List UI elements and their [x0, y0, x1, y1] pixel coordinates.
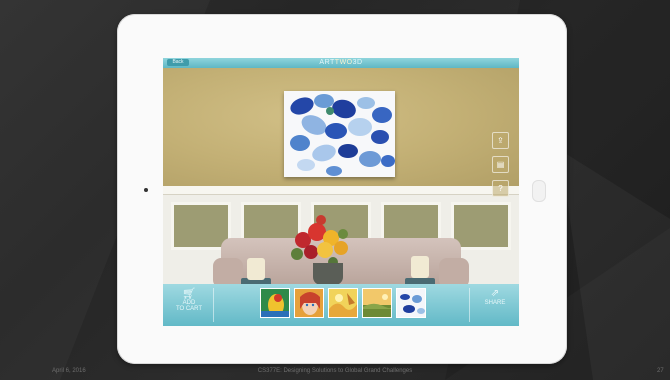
app-title-part2: TWO	[334, 59, 353, 66]
portrait-thumbnail-image	[295, 289, 323, 317]
thumbnail-woman-portrait[interactable]	[294, 288, 324, 318]
lamp	[247, 258, 265, 280]
artwork-preview[interactable]	[284, 91, 395, 177]
toolbar-divider	[469, 288, 470, 322]
slide-number: 27	[657, 368, 664, 374]
share-button[interactable]: ⇗ SHARE	[475, 288, 515, 322]
cart-icon: 🛒︎	[182, 288, 196, 300]
blue-petals-thumbnail-image	[397, 289, 425, 317]
lamp	[411, 256, 429, 278]
toolbar-divider	[213, 288, 214, 322]
presentation-slide: ⇪ ▤ ? Back ARTTWO3D 🛒︎ ADD TO CART ⇗ SHA…	[0, 0, 670, 380]
app-header: Back ARTTWO3D	[163, 58, 519, 68]
parrot-thumbnail-image	[261, 289, 289, 317]
thumbnail-blue-petals[interactable]	[396, 288, 426, 318]
bottom-toolbar: 🛒︎ ADD TO CART ⇗ SHARE	[163, 284, 519, 326]
landscape-thumbnail-image	[363, 289, 391, 317]
thumbnail-yellow-abstract[interactable]	[328, 288, 358, 318]
slide-footer-title: CS377E: Designing Solutions to Global Gr…	[257, 368, 413, 374]
app-title-part1: ART	[319, 59, 335, 66]
share-label: SHARE	[484, 300, 506, 306]
artwork-image	[284, 91, 395, 177]
thumbnail-landscape[interactable]	[362, 288, 392, 318]
camera-icon	[144, 188, 148, 192]
upload-icon[interactable]: ⇪	[492, 132, 509, 149]
info-icon[interactable]: ?	[492, 180, 509, 197]
tag-icon[interactable]: ▤	[492, 156, 509, 173]
chair-rail	[163, 186, 519, 195]
share-icon: ⇗	[490, 288, 500, 299]
thumbnail-parrot[interactable]	[260, 288, 290, 318]
app-title-part3: 3D	[352, 59, 363, 66]
home-button[interactable]	[532, 180, 546, 202]
add-to-cart-button[interactable]: 🛒︎ ADD TO CART	[169, 288, 209, 322]
app-screen: ⇪ ▤ ? Back ARTTWO3D 🛒︎ ADD TO CART ⇗ SHA…	[163, 58, 519, 326]
vase	[313, 263, 343, 285]
add-to-cart-label-line2: TO CART	[175, 306, 203, 312]
abstract-thumbnail-image	[329, 289, 357, 317]
app-title: ARTTWO3D	[163, 59, 519, 67]
